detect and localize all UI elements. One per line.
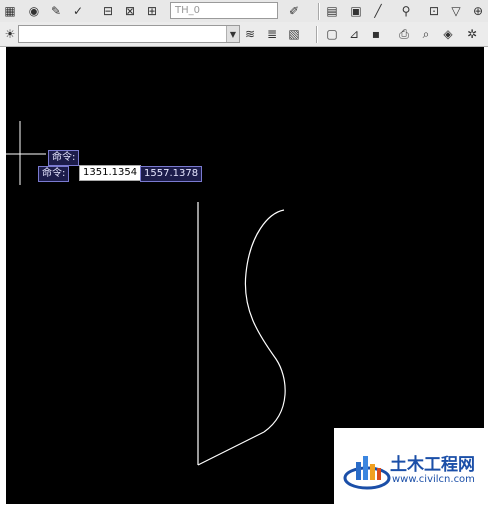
layers-toolbar: ☀ ▼ ≋ ≣ ▧ ▢ ⊿ ▪ ⎙ ⌕ ◈ ✲ (0, 22, 488, 47)
layer-previous-icon[interactable]: ≋ (242, 26, 258, 42)
toolbar-separator (316, 26, 318, 43)
coordinate-x-input[interactable]: 1351.1354 (79, 165, 142, 181)
standard-toolbar: ▦ ◉ ✎ ✓ ⊟ ⊠ ⊞ TH_0 ✐ ▤ ▣ ╱ ⚲ ⊡ ▽ ⊕ (0, 0, 488, 23)
clipboard-icon[interactable]: ▣ (348, 3, 364, 19)
publish-icon[interactable]: ⊞ (144, 3, 160, 19)
style-combo[interactable]: TH_0 (170, 2, 278, 19)
coordinate-y-input[interactable]: 1557.1378 (140, 166, 203, 182)
layer-isolate-icon[interactable]: ≣ (264, 26, 280, 42)
layer-walk-icon[interactable]: ▧ (286, 26, 302, 42)
command-prompt-label: 命令: (38, 166, 70, 182)
toolbar-separator (318, 3, 320, 20)
match-icon[interactable]: ⚲ (398, 3, 414, 19)
layer-icon[interactable]: ▤ (324, 3, 340, 19)
print-icon[interactable]: ⊟ (100, 3, 116, 19)
find-icon[interactable]: ⌕ (418, 26, 434, 42)
watermark-logo: 土木工程网 www.civilcn.com (334, 428, 488, 504)
layer-combo[interactable]: ▼ (18, 25, 240, 43)
open-icon[interactable]: ⊿ (346, 26, 362, 42)
palette-icon[interactable]: ◈ (440, 26, 456, 42)
watermark-title: 土木工程网 (390, 455, 475, 475)
style-combo-value: TH_0 (175, 5, 200, 16)
filter-icon[interactable]: ▽ (448, 3, 464, 19)
line-icon[interactable]: ╱ (370, 3, 386, 19)
command-prompt-tooltip: 命令: (48, 150, 80, 166)
polar-icon[interactable]: ✓ (70, 3, 86, 19)
watermark-url: www.civilcn.com (392, 474, 475, 485)
grid-icon[interactable]: ▦ (2, 3, 18, 19)
help-icon[interactable]: ✲ (464, 26, 480, 42)
save-icon[interactable]: ▪ (368, 26, 384, 42)
print-preview-icon[interactable]: ⎙ (396, 26, 412, 42)
plot-icon[interactable]: ⊠ (122, 3, 138, 19)
block-icon[interactable]: ⊡ (426, 3, 442, 19)
new-icon[interactable]: ▢ (324, 26, 340, 42)
spline-curve[interactable] (244, 209, 286, 433)
chevron-down-icon[interactable]: ▼ (226, 26, 239, 42)
zoom-icon[interactable]: ⊕ (470, 3, 486, 19)
layer-state-icon[interactable]: ☀ (2, 26, 18, 42)
bottom-diagonal-line[interactable] (197, 431, 265, 466)
ortho-icon[interactable]: ✎ (48, 3, 64, 19)
properties-icon[interactable]: ✐ (286, 3, 302, 19)
snap-icon[interactable]: ◉ (26, 3, 42, 19)
watermark-emblem-icon (343, 456, 391, 490)
